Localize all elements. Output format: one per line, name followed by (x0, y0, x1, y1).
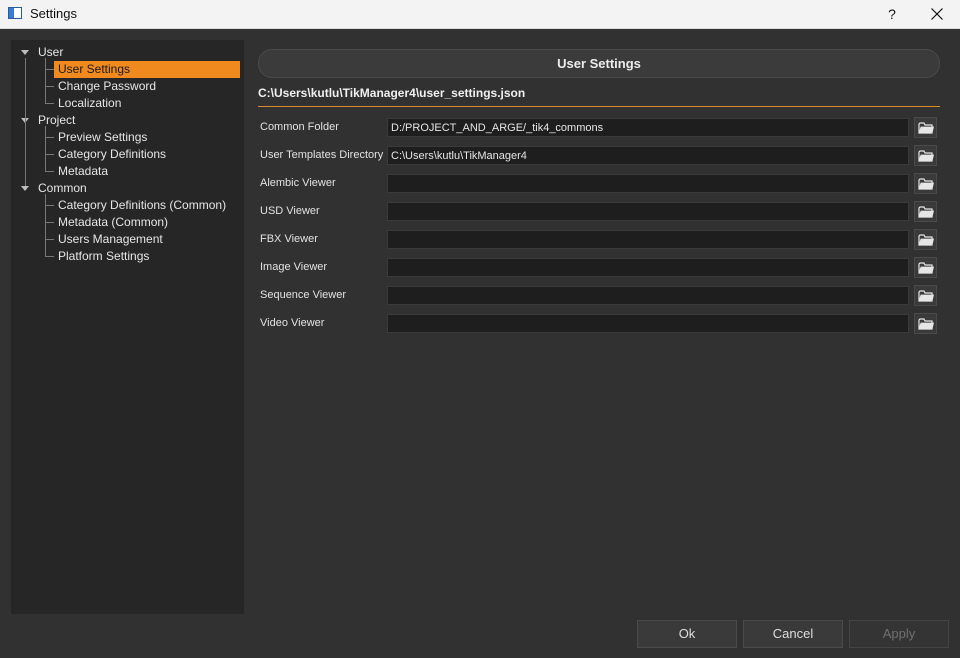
close-icon (931, 8, 943, 20)
title-bar: Settings ? (0, 0, 960, 29)
tree-branch-line (45, 69, 54, 70)
field-row-fbx-viewer: FBX Viewer (258, 229, 940, 251)
common-folder-browse-button[interactable] (914, 117, 937, 138)
tree-root-line (25, 58, 26, 186)
user-templates-directory-input[interactable] (387, 146, 909, 165)
tree-branch-line (45, 154, 54, 155)
field-label: USD Viewer (260, 205, 320, 217)
section-header: User Settings (258, 49, 940, 78)
usd-viewer-input[interactable] (387, 202, 909, 221)
field-label: User Templates Directory (260, 149, 384, 161)
tree-guide-line (45, 58, 46, 103)
folder-icon (918, 318, 934, 330)
settings-file-path: C:\Users\kutlu\TikManager4\user_settings… (258, 86, 526, 100)
cancel-button[interactable]: Cancel (743, 620, 843, 648)
folder-icon (918, 122, 934, 134)
video-viewer-browse-button[interactable] (914, 313, 937, 334)
folder-icon (918, 150, 934, 162)
tree-branch-line (45, 171, 54, 172)
tree-branch-line (45, 205, 54, 206)
tree-item-category-definitions-common[interactable]: Category Definitions (Common) (54, 197, 226, 214)
field-row-image-viewer: Image Viewer (258, 257, 940, 279)
field-row-common-folder: Common Folder (258, 117, 940, 139)
sequence-viewer-browse-button[interactable] (914, 285, 937, 306)
common-folder-input[interactable] (387, 118, 909, 137)
apply-button[interactable]: Apply (849, 620, 949, 648)
field-label: Image Viewer (260, 261, 328, 273)
image-viewer-input[interactable] (387, 258, 909, 277)
tree-branch-line (45, 256, 54, 257)
field-label: Sequence Viewer (260, 289, 347, 301)
help-button[interactable]: ? (880, 2, 904, 26)
close-button[interactable] (924, 2, 950, 26)
tree-guide-line (45, 194, 46, 256)
fbx-viewer-input[interactable] (387, 230, 909, 249)
folder-icon (918, 262, 934, 274)
tree-item-users-management[interactable]: Users Management (54, 231, 163, 248)
ok-button[interactable]: Ok (637, 620, 737, 648)
window-title: Settings (30, 6, 77, 21)
tree-branch-line (45, 86, 54, 87)
tree-item-metadata[interactable]: Metadata (54, 163, 108, 180)
alembic-viewer-input[interactable] (387, 174, 909, 193)
tree-item-preview-settings[interactable]: Preview Settings (54, 129, 147, 146)
tree-branch-line (45, 137, 54, 138)
field-row-alembic-viewer: Alembic Viewer (258, 173, 940, 195)
field-row-video-viewer: Video Viewer (258, 313, 940, 335)
tree-branch-line (45, 222, 54, 223)
folder-icon (918, 234, 934, 246)
field-label: Alembic Viewer (260, 177, 336, 189)
field-row-user-templates-directory: User Templates Directory (258, 145, 940, 167)
sequence-viewer-input[interactable] (387, 286, 909, 305)
alembic-viewer-browse-button[interactable] (914, 173, 937, 194)
tree-expand-arrow-icon[interactable] (21, 50, 29, 55)
tree-item-localization[interactable]: Localization (54, 95, 121, 112)
folder-icon (918, 178, 934, 190)
image-viewer-browse-button[interactable] (914, 257, 937, 278)
folder-icon (918, 290, 934, 302)
tree-expand-arrow-icon[interactable] (21, 186, 29, 191)
app-window-icon (8, 7, 22, 19)
tree-branch-line (45, 239, 54, 240)
tree-item-user-settings[interactable]: User Settings (54, 61, 240, 78)
video-viewer-input[interactable] (387, 314, 909, 333)
header-divider (258, 106, 940, 107)
field-label: FBX Viewer (260, 233, 318, 245)
tree-item-category-definitions[interactable]: Category Definitions (54, 146, 166, 163)
tree-group-user[interactable]: User (38, 44, 63, 61)
tree-item-metadata-common[interactable]: Metadata (Common) (54, 214, 168, 231)
tree-group-project[interactable]: Project (38, 112, 75, 129)
fbx-viewer-browse-button[interactable] (914, 229, 937, 250)
tree-branch-line (45, 103, 54, 104)
field-row-sequence-viewer: Sequence Viewer (258, 285, 940, 307)
usd-viewer-browse-button[interactable] (914, 201, 937, 222)
tree-guide-line (45, 126, 46, 171)
folder-icon (918, 206, 934, 218)
field-label: Common Folder (260, 121, 339, 133)
tree-item-change-password[interactable]: Change Password (54, 78, 156, 95)
field-label: Video Viewer (260, 317, 325, 329)
field-row-usd-viewer: USD Viewer (258, 201, 940, 223)
tree-item-platform-settings[interactable]: Platform Settings (54, 248, 149, 265)
user-templates-directory-browse-button[interactable] (914, 145, 937, 166)
settings-tree: User User Settings Change Password Localiza… (11, 40, 244, 614)
settings-window: Settings ? User User Settings Change Passw… (0, 0, 960, 658)
